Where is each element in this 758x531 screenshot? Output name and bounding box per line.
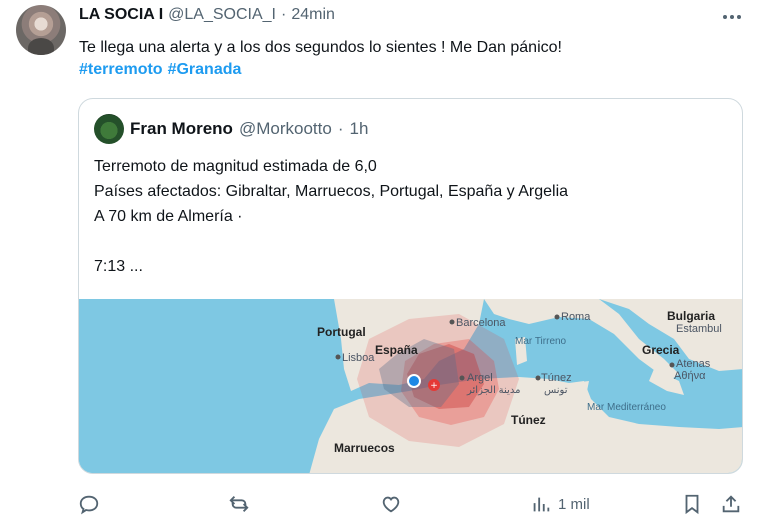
tweet-time[interactable]: 24min xyxy=(291,6,335,24)
map-label-espana: España xyxy=(375,343,418,357)
heart-icon xyxy=(382,496,400,513)
action-bar: 1 mil xyxy=(78,490,748,518)
views-icon xyxy=(533,497,550,512)
map-label-marruecos: Marruecos xyxy=(334,441,395,455)
svg-text:+: + xyxy=(430,381,438,391)
tweet-text: Te llega una alerta y a los dos segundos… xyxy=(79,39,562,56)
quoted-author-avatar[interactable] xyxy=(94,114,124,144)
map-label-argel-arabic: مدينة الجزائر xyxy=(467,385,521,396)
quoted-author-handle[interactable]: @Morkootto xyxy=(239,119,332,139)
separator-dot: · xyxy=(281,6,287,23)
share-button[interactable] xyxy=(720,490,742,518)
map-label-mar-mediterraneo: Mar Mediterráneo xyxy=(587,402,666,413)
bookmark-button[interactable] xyxy=(681,490,703,518)
earthquake-map[interactable]: + Portugal Lisboa España Barcelona Roma … xyxy=(79,299,742,473)
hashtag-link[interactable]: #Granada xyxy=(168,61,242,79)
map-label-tunez-arabic: تونس xyxy=(544,385,568,396)
author-handle[interactable]: @LA_SOCIA_I xyxy=(168,6,276,24)
bookmark-icon xyxy=(685,494,699,515)
quoted-footer: 7:13 ... xyxy=(94,258,143,275)
map-label-portugal: Portugal xyxy=(317,325,366,339)
map-label-grecia: Grecia xyxy=(642,343,680,357)
hashtags: #terremoto #Granada xyxy=(79,61,241,79)
retweet-icon xyxy=(229,496,249,512)
map-label-atenas-greek: Αθήνα xyxy=(674,370,706,382)
map-label-atenas: Atenas xyxy=(676,358,711,370)
map-label-tunez-country: Túnez xyxy=(511,413,546,427)
map-label-mar-tirreno: Mar Tirreno xyxy=(515,336,567,347)
more-options-icon[interactable] xyxy=(720,10,744,24)
retweet-button[interactable] xyxy=(228,490,250,518)
quoted-line: Países afectados: Gibraltar, Marruecos, … xyxy=(94,183,569,200)
map-label-argel: Argel xyxy=(467,372,493,384)
quoted-text: Terremoto de magnitud estimada de 6,0 Pa… xyxy=(94,154,568,279)
views-button[interactable]: 1 mil xyxy=(530,490,590,518)
hashtag-link[interactable]: #terremoto xyxy=(79,61,163,79)
quoted-line: Terremoto de magnitud estimada de 6,0 xyxy=(94,158,377,175)
map-graphic: + xyxy=(79,299,742,473)
quoted-author-name[interactable]: Fran Moreno xyxy=(130,119,233,139)
map-label-estambul: Estambul xyxy=(676,323,722,335)
quoted-header: Fran Moreno @Morkootto · 1h xyxy=(130,119,368,139)
share-icon xyxy=(722,495,740,513)
reply-button[interactable] xyxy=(78,490,100,518)
map-label-lisboa: Lisboa xyxy=(342,352,375,364)
separator-dot: · xyxy=(337,119,344,138)
author-avatar[interactable] xyxy=(16,5,66,55)
like-button[interactable] xyxy=(380,490,402,518)
quoted-time[interactable]: 1h xyxy=(349,119,368,139)
quoted-line: A 70 km de Almería · xyxy=(94,208,243,225)
quoted-tweet[interactable]: Fran Moreno @Morkootto · 1h Terremoto de… xyxy=(78,98,743,474)
map-label-roma: Roma xyxy=(561,311,591,323)
reply-icon xyxy=(79,495,99,515)
tweet-header: LA SOCIA I @LA_SOCIA_I · 24min xyxy=(79,6,335,28)
map-label-tunez-city: Túnez xyxy=(541,372,572,384)
map-label-bulgaria: Bulgaria xyxy=(667,309,716,323)
author-name[interactable]: LA SOCIA I xyxy=(79,6,163,24)
map-label-barcelona: Barcelona xyxy=(456,317,506,329)
views-count: 1 mil xyxy=(558,495,590,513)
